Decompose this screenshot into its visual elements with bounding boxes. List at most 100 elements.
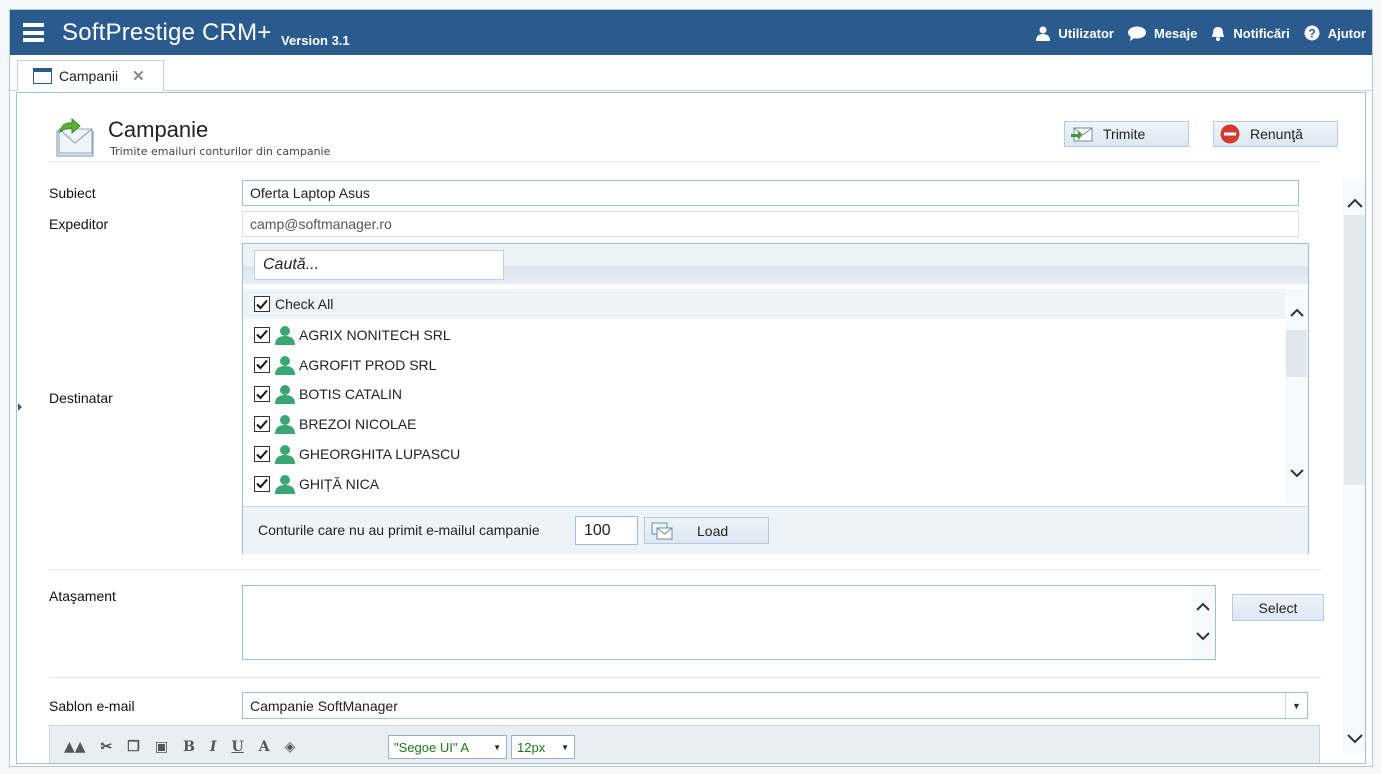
menu-utilizator-label: Utilizator bbox=[1058, 25, 1114, 41]
tab-campanii-label: Campanii bbox=[59, 68, 119, 84]
recipient-load-bar: Conturile care nu au primit e-mailul cam… bbox=[243, 506, 1308, 554]
menu-notificari-label: Notificări bbox=[1233, 25, 1290, 41]
checkmark-icon bbox=[256, 479, 268, 489]
attachment-scrollbar[interactable] bbox=[1192, 586, 1215, 659]
hamburger-menu-icon[interactable] bbox=[23, 23, 44, 42]
recipient-list: AGRIX NONITECH SRL AGROFIT PROD SRL BOTI… bbox=[243, 320, 1285, 499]
list-item[interactable]: AGRIX NONITECH SRL bbox=[243, 320, 1285, 350]
font-size-select[interactable]: 12px ▼ bbox=[511, 735, 575, 759]
cancel-button[interactable]: Renunţă bbox=[1213, 121, 1338, 147]
chevron-up-icon[interactable] bbox=[1290, 308, 1304, 317]
recipient-search-input[interactable]: Caută... bbox=[254, 250, 504, 280]
checkmark-icon bbox=[256, 389, 268, 400]
font-size-value: 12px bbox=[517, 739, 546, 755]
recipient-checkbox[interactable] bbox=[254, 446, 270, 463]
crm-window: SoftPrestige CRM+ Version 3.1 Utilizator… bbox=[9, 9, 1373, 767]
recipient-name: GHEORGHITA LUPASCU bbox=[299, 446, 461, 463]
highlight-icon[interactable]: ◈ bbox=[285, 739, 296, 755]
recipient-selector: Caută... Check All AGRIX NONITECH SRL AG… bbox=[242, 243, 1309, 554]
checkmark-icon bbox=[256, 360, 268, 370]
editor-toolbar-icons: ▲▲ ✂ ❐ ▣ B I U A ◈ bbox=[64, 739, 310, 755]
editor-toolbar: ▲▲ ✂ ❐ ▣ B I U A ◈ "Segoe UI" A ▼ 12px ▼ bbox=[49, 725, 1320, 763]
underline-icon[interactable]: U bbox=[231, 739, 243, 755]
menu-utilizator[interactable]: Utilizator bbox=[1036, 25, 1114, 41]
template-select[interactable]: Campanie SoftManager ▼ bbox=[242, 692, 1308, 719]
list-item[interactable]: BOTIS CATALIN bbox=[243, 380, 1285, 410]
recipient-checkbox[interactable] bbox=[254, 356, 270, 373]
attachment-list[interactable] bbox=[242, 585, 1216, 660]
campaign-mail-icon bbox=[56, 118, 94, 157]
chevron-up-icon[interactable] bbox=[1347, 198, 1363, 208]
chevron-up-icon[interactable] bbox=[1196, 602, 1210, 611]
recipient-scrollbar-thumb[interactable] bbox=[1286, 330, 1307, 377]
list-item[interactable]: AGROFIT PROD SRL bbox=[243, 350, 1285, 380]
recipient-scrollbar[interactable] bbox=[1285, 289, 1308, 504]
top-bar: SoftPrestige CRM+ Version 3.1 Utilizator… bbox=[10, 10, 1372, 55]
subject-label: Subiect bbox=[49, 185, 96, 201]
sender-input[interactable]: camp@softmanager.ro bbox=[242, 211, 1299, 237]
window-icon bbox=[33, 68, 52, 84]
find-icon[interactable]: ▲▲ bbox=[64, 739, 86, 755]
main-scrollbar[interactable] bbox=[1343, 178, 1365, 753]
recipient-checkbox[interactable] bbox=[254, 475, 270, 492]
recipient-name: BOTIS CATALIN bbox=[299, 386, 402, 403]
recipient-name: GHIȚĂ NICA bbox=[299, 475, 380, 492]
list-item[interactable]: GHIȚĂ NICA bbox=[243, 469, 1285, 499]
recipient-checkbox[interactable] bbox=[254, 326, 270, 343]
user-icon bbox=[1036, 26, 1051, 41]
checkmark-icon bbox=[256, 330, 268, 340]
menu-mesaje[interactable]: Mesaje bbox=[1128, 25, 1197, 41]
cut-icon[interactable]: ✂ bbox=[101, 739, 113, 755]
italic-icon[interactable]: I bbox=[210, 739, 217, 755]
collapse-arrow-icon[interactable] bbox=[18, 403, 22, 411]
copy-icon[interactable]: ❐ bbox=[127, 739, 140, 755]
list-item[interactable]: GHEORGHITA LUPASCU bbox=[243, 439, 1285, 469]
paste-icon[interactable]: ▣ bbox=[155, 739, 168, 755]
person-icon bbox=[275, 474, 295, 494]
check-all-label: Check All bbox=[275, 296, 334, 312]
font-family-select[interactable]: "Segoe UI" A ▼ bbox=[388, 735, 507, 759]
cancel-icon bbox=[1220, 124, 1240, 144]
check-all-row[interactable]: Check All bbox=[243, 289, 1285, 319]
bold-icon[interactable]: B bbox=[183, 739, 195, 755]
not-received-count-input[interactable]: 100 bbox=[575, 516, 638, 545]
page-title: Campanie bbox=[108, 117, 209, 142]
main-scrollbar-thumb[interactable] bbox=[1344, 215, 1365, 485]
bell-icon bbox=[1212, 26, 1225, 41]
attachment-label: Ataşament bbox=[49, 588, 116, 604]
chevron-down-icon[interactable] bbox=[1196, 632, 1210, 641]
top-menu: Utilizator Mesaje Notificări ? Ajutor bbox=[1022, 25, 1366, 41]
send-button-label: Trimite bbox=[1103, 126, 1146, 142]
check-all-checkbox[interactable] bbox=[254, 296, 270, 312]
font-color-icon[interactable]: A bbox=[259, 739, 270, 755]
list-item[interactable]: BREZOI NICOLAE bbox=[243, 409, 1285, 439]
person-icon bbox=[275, 325, 295, 345]
recipient-checkbox[interactable] bbox=[254, 416, 270, 433]
dropdown-arrow-icon[interactable]: ▼ bbox=[1285, 693, 1307, 718]
menu-mesaje-label: Mesaje bbox=[1154, 25, 1198, 41]
checkmark-icon bbox=[256, 449, 268, 460]
cancel-button-label: Renunţă bbox=[1250, 126, 1303, 142]
send-mail-icon bbox=[1071, 127, 1093, 142]
chevron-down-icon[interactable] bbox=[1347, 734, 1363, 744]
menu-notificari[interactable]: Notificări bbox=[1211, 25, 1290, 41]
checkmark-icon bbox=[256, 419, 268, 430]
load-button[interactable]: Load bbox=[644, 517, 769, 544]
person-icon bbox=[275, 355, 295, 375]
close-icon[interactable]: ✕ bbox=[132, 67, 145, 85]
subject-input[interactable]: Oferta Laptop Asus bbox=[242, 180, 1299, 206]
tab-campanii[interactable]: Campanii ✕ bbox=[17, 60, 164, 91]
dropdown-arrow-icon: ▼ bbox=[493, 742, 501, 752]
recipient-label: Destinatar bbox=[49, 390, 113, 406]
recipient-search-bar: Caută... bbox=[243, 244, 1308, 284]
tab-strip: Campanii ✕ bbox=[10, 55, 1372, 91]
select-attachment-button[interactable]: Select bbox=[1232, 594, 1324, 621]
chevron-down-icon[interactable] bbox=[1290, 469, 1304, 478]
recipient-name: BREZOI NICOLAE bbox=[299, 416, 417, 433]
send-button[interactable]: Trimite bbox=[1064, 121, 1189, 147]
svg-text:?: ? bbox=[1308, 27, 1315, 41]
menu-ajutor[interactable]: ? Ajutor bbox=[1304, 25, 1366, 41]
recipient-checkbox[interactable] bbox=[254, 386, 270, 403]
header-divider bbox=[49, 161, 1319, 162]
person-icon bbox=[275, 385, 295, 405]
